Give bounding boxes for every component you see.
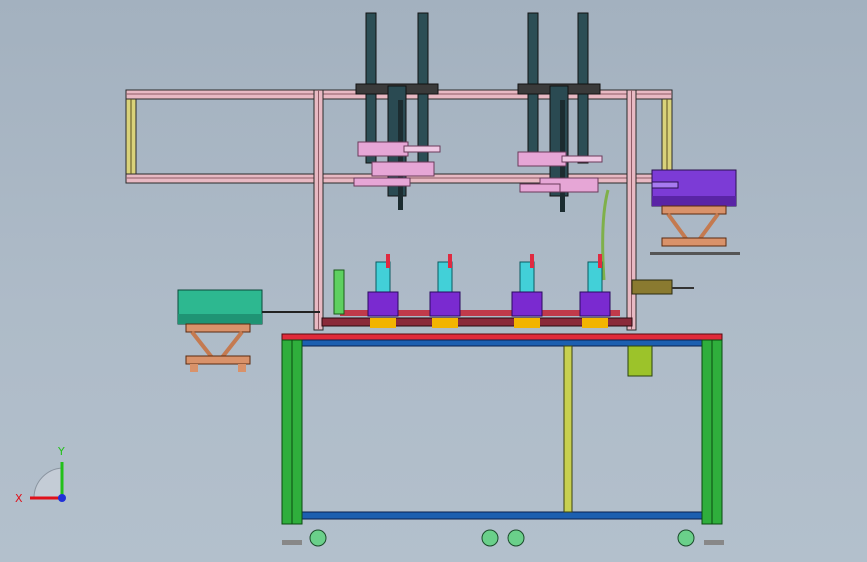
coordinate-triad: Y X xyxy=(15,445,66,505)
y-axis-label: Y xyxy=(57,445,65,458)
cad-viewport[interactable]: Y X xyxy=(0,0,867,562)
workstation-2 xyxy=(429,254,461,328)
vibratory-feeder-right xyxy=(601,169,740,281)
workstation-1 xyxy=(367,254,399,328)
workstation-4 xyxy=(579,254,611,328)
machine-table xyxy=(281,333,723,525)
assembly-drawing: Y X xyxy=(15,12,740,547)
z-axis-dot xyxy=(58,494,66,502)
casters xyxy=(282,529,724,547)
workstation-3 xyxy=(511,254,543,328)
x-axis-label: X xyxy=(15,492,23,505)
